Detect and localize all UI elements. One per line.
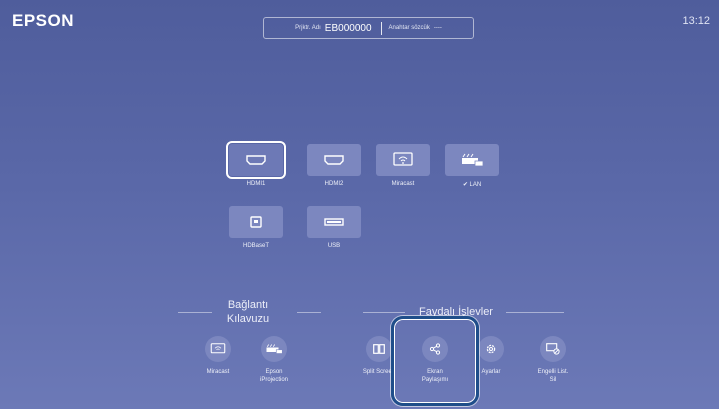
guide-epson-iprojection[interactable]: Epson iProjection xyxy=(244,336,304,384)
divider-line xyxy=(506,312,564,313)
function-label: Epson iProjection xyxy=(244,368,304,384)
lan-icon xyxy=(445,144,499,176)
source-label: Miracast xyxy=(391,181,415,187)
divider-line xyxy=(178,312,212,313)
function-label-line1: Engelli List. xyxy=(537,369,569,375)
clear-blocked-list-icon xyxy=(540,336,566,362)
connection-guide-title: Bağlantı Kılavuzu xyxy=(214,298,282,326)
iprojection-icon xyxy=(261,336,287,362)
projector-name-label: Prjktr. Adı xyxy=(295,25,321,31)
source-miracast[interactable]: Miracast xyxy=(375,144,431,187)
source-hdmi1[interactable]: HDMI1 xyxy=(226,141,286,187)
miracast-icon xyxy=(376,144,430,176)
miracast-icon xyxy=(205,336,231,362)
guide-miracast[interactable]: Miracast xyxy=(188,336,248,376)
usb-icon xyxy=(307,206,361,238)
projector-info-box: Prjktr. Adı EB000000 Anahtar sözcük ---- xyxy=(263,17,474,39)
clock: 13:12 xyxy=(682,15,710,27)
source-label: HDBaseT xyxy=(242,243,269,249)
source-lan[interactable]: ✔ LAN xyxy=(444,144,500,188)
projector-name-value: EB000000 xyxy=(324,22,372,34)
function-label: Miracast xyxy=(206,369,230,375)
source-hdbaset[interactable]: HDBaseT xyxy=(228,206,284,249)
hdmi-icon xyxy=(307,144,361,176)
hdbaset-icon xyxy=(229,206,283,238)
split-screen-icon xyxy=(366,336,392,362)
source-label: HDMI2 xyxy=(324,181,344,187)
connection-guide-title-line2: Kılavuzu xyxy=(226,313,270,325)
source-hdmi2[interactable]: HDMI2 xyxy=(306,144,362,187)
divider-line xyxy=(297,312,321,313)
function-clear-blocked-list[interactable]: Engelli List. Sil xyxy=(523,336,583,384)
epson-logo: EPSON xyxy=(12,11,75,30)
function-label-line1: Epson xyxy=(265,369,283,375)
function-label: Engelli List. Sil xyxy=(523,368,583,384)
highlight-frame xyxy=(391,316,479,406)
function-label-line2: iProjection xyxy=(259,377,288,383)
keyword-label: Anahtar sözcük xyxy=(388,25,430,31)
source-label: ✔ LAN xyxy=(462,182,482,188)
hdmi-icon xyxy=(226,141,286,179)
source-usb[interactable]: USB xyxy=(306,206,362,249)
source-label: HDMI1 xyxy=(246,181,266,187)
function-label-line2: Sil xyxy=(549,377,557,383)
settings-icon xyxy=(478,336,504,362)
divider-line xyxy=(363,312,405,313)
source-label: USB xyxy=(327,243,341,249)
connection-guide-title-line1: Bağlantı xyxy=(227,299,269,311)
keyword-value: ---- xyxy=(433,25,442,31)
info-divider xyxy=(380,21,382,35)
